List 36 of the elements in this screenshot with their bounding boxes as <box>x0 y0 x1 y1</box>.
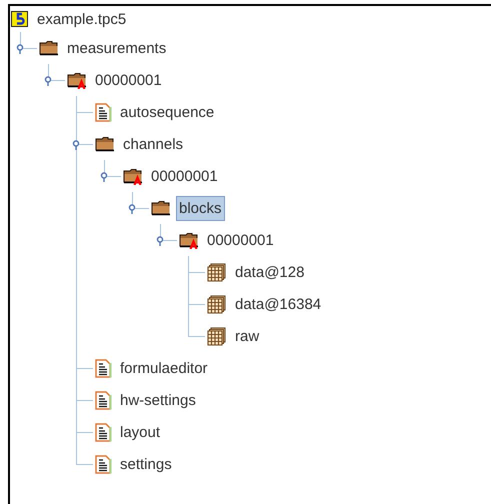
expand-handle-icon[interactable] <box>100 172 109 182</box>
tree-node-label[interactable]: raw <box>232 324 262 348</box>
tree-node-label[interactable]: channels <box>120 132 186 156</box>
marked-folder-icon <box>179 231 199 249</box>
expand-handle-icon[interactable] <box>72 140 81 150</box>
document-icon <box>95 102 112 122</box>
file-icon <box>11 10 29 28</box>
tree-node-label[interactable]: blocks <box>176 196 225 220</box>
grid-icon <box>207 294 227 314</box>
tree-node-label[interactable]: 00000001 <box>92 68 165 92</box>
document-icon <box>95 358 112 378</box>
tree-node-label[interactable]: autosequence <box>117 100 218 124</box>
tree-node-label[interactable]: formulaeditor <box>117 356 211 380</box>
tree-node-label[interactable]: example.tpc5 <box>34 6 130 32</box>
tree-node-label[interactable]: measurements <box>64 36 170 60</box>
tree-node-label[interactable]: settings <box>117 452 175 476</box>
tree-node-label[interactable]: 00000001 <box>148 164 221 188</box>
document-icon <box>95 422 112 442</box>
tree-node-label[interactable]: hw-settings <box>117 388 199 412</box>
folder-icon <box>95 135 115 153</box>
tree-node-label[interactable]: data@16384 <box>232 292 324 316</box>
expand-handle-icon[interactable] <box>128 204 137 214</box>
expand-handle-icon[interactable] <box>16 44 25 54</box>
grid-icon <box>207 262 227 282</box>
tree-node-label[interactable]: data@128 <box>232 260 308 284</box>
expand-handle-icon[interactable] <box>156 236 165 246</box>
folder-icon <box>151 199 171 217</box>
document-icon <box>95 390 112 410</box>
grid-icon <box>207 326 227 346</box>
marked-folder-icon <box>67 71 87 89</box>
tree-node-label[interactable]: 00000001 <box>204 228 277 252</box>
marked-folder-icon <box>123 167 143 185</box>
tree-node-label[interactable]: layout <box>117 420 164 444</box>
folder-icon <box>39 39 59 57</box>
expand-handle-icon[interactable] <box>44 76 53 86</box>
document-icon <box>95 454 112 474</box>
